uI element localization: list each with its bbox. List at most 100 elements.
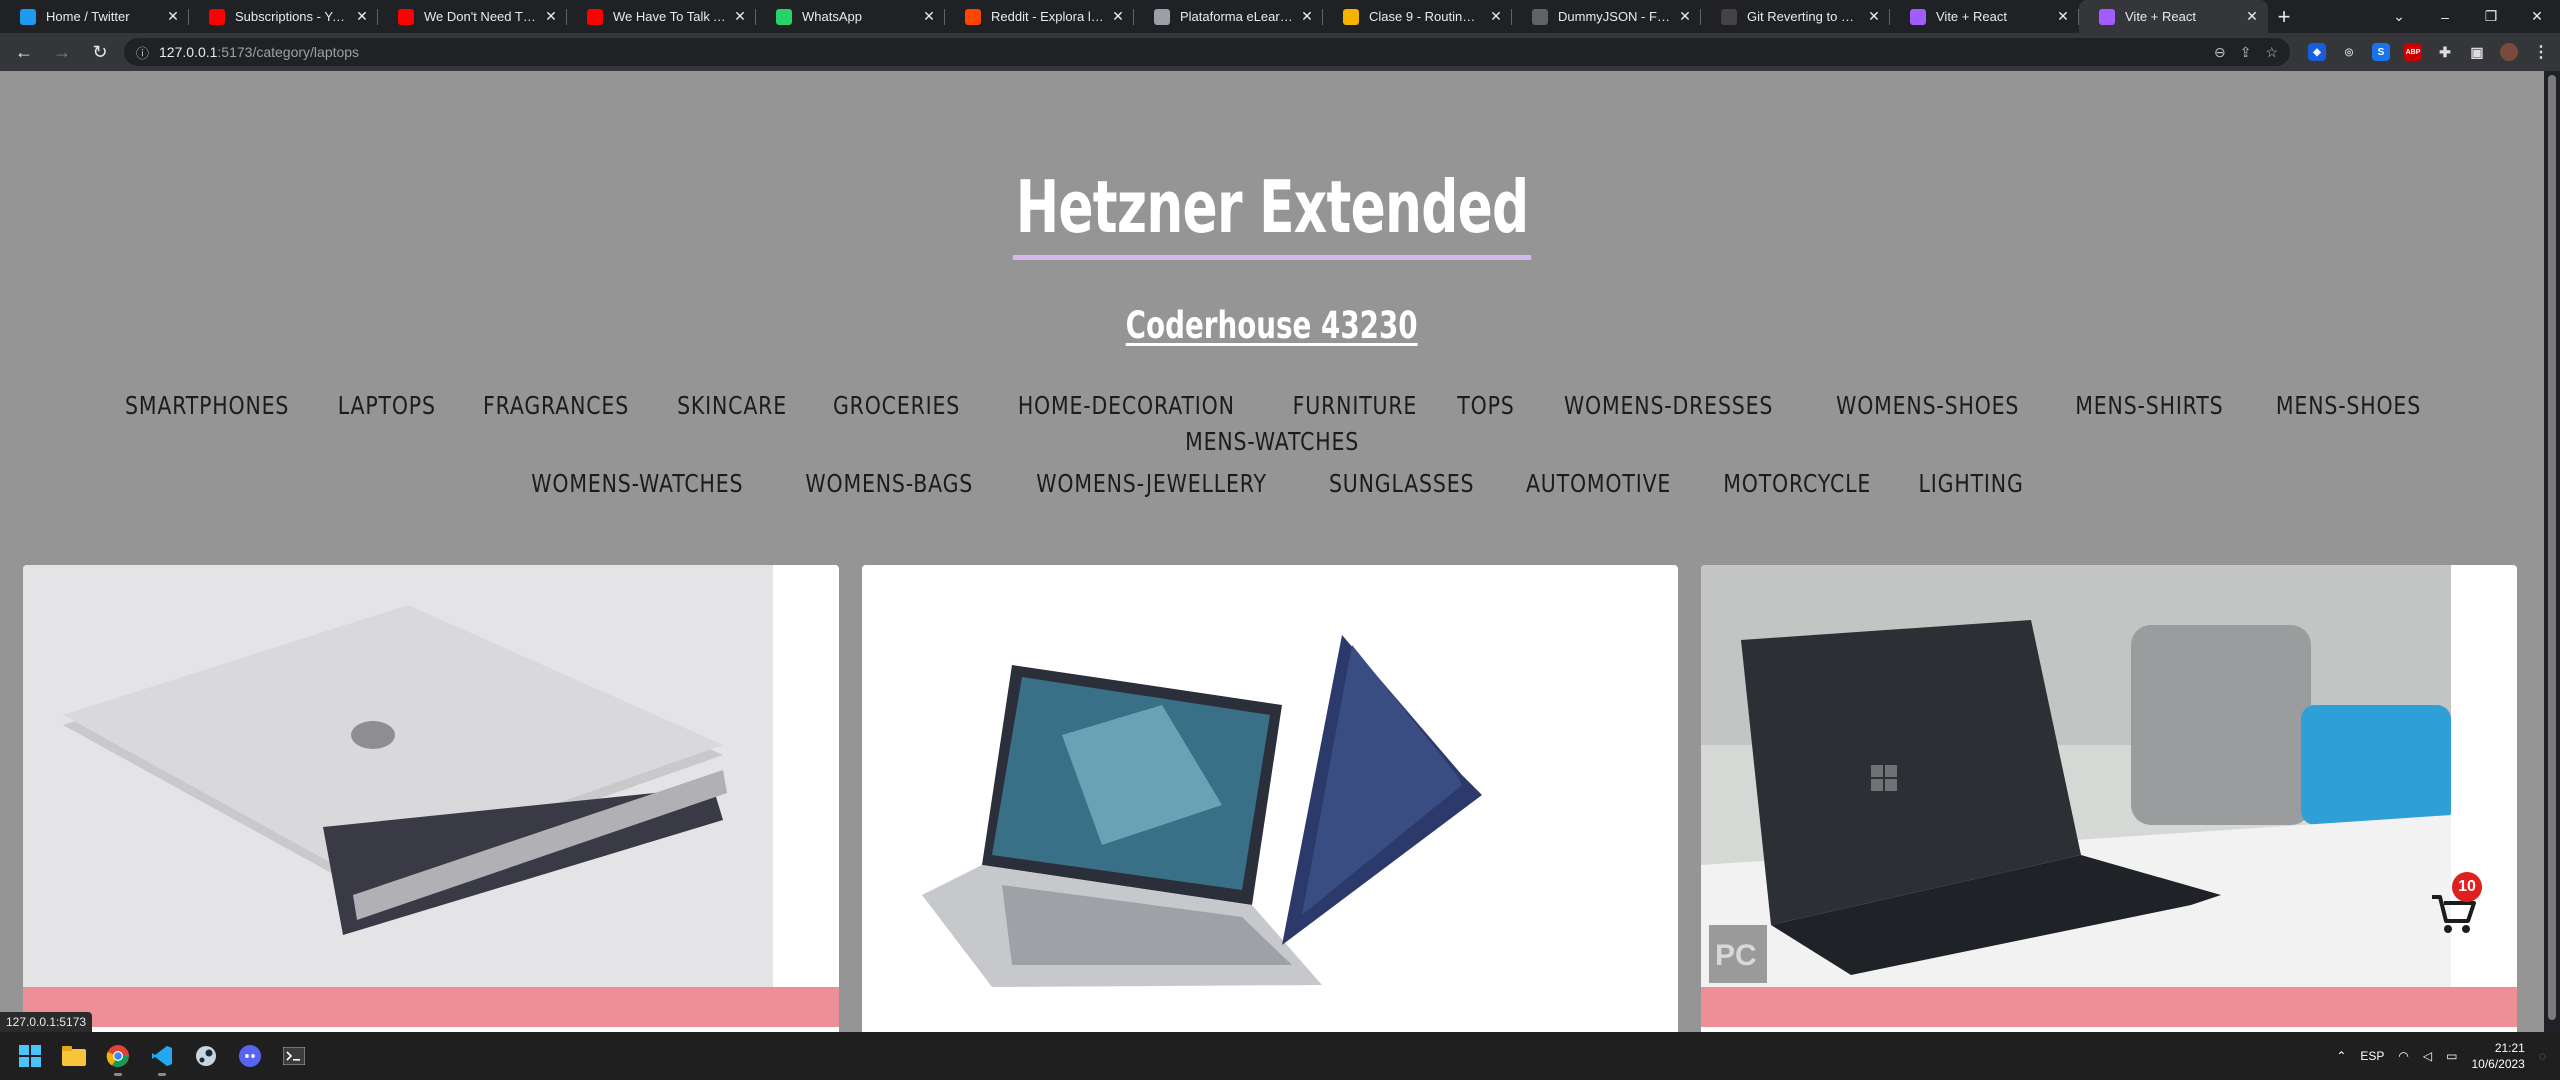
file-explorer-icon[interactable] bbox=[52, 1034, 96, 1078]
product-card[interactable]: PC bbox=[1701, 565, 2517, 1032]
tab-close-icon[interactable]: ✕ bbox=[732, 8, 748, 25]
notification-icon[interactable]: ◌ bbox=[2539, 1049, 2546, 1063]
side-panel-icon[interactable]: ▣ bbox=[2468, 43, 2486, 61]
youtube-icon bbox=[587, 8, 603, 25]
tab-close-icon[interactable]: ✕ bbox=[1866, 8, 1882, 25]
category-link-motorcycle[interactable]: MOTORCYCLE bbox=[1705, 469, 1889, 499]
browser-tab[interactable]: We Have To Talk About... ✕ bbox=[567, 0, 756, 33]
tab-title: Subscriptions - YouTube bbox=[235, 9, 348, 24]
vscode-icon[interactable] bbox=[140, 1034, 184, 1078]
menu-kebab-icon[interactable]: ⋮ bbox=[2532, 43, 2550, 61]
product-card[interactable] bbox=[23, 565, 839, 1032]
incognito-extension-icon[interactable]: ◎ bbox=[2340, 43, 2358, 61]
battery-icon[interactable]: ▭ bbox=[2446, 1049, 2457, 1063]
restore-button[interactable]: ❐ bbox=[2468, 0, 2514, 33]
wifi-icon[interactable]: ◠ bbox=[2398, 1049, 2408, 1063]
terminal-icon[interactable] bbox=[272, 1034, 316, 1078]
steam-icon[interactable] bbox=[184, 1034, 228, 1078]
product-card[interactable] bbox=[862, 565, 1678, 1032]
browser-toolbar: ← → ↻ ⓘ 127.0.0.1:5173/category/laptops … bbox=[0, 33, 2560, 71]
scrollbar-thumb[interactable] bbox=[2548, 75, 2556, 1020]
category-link-smartphones[interactable]: SMARTPHONES bbox=[107, 391, 307, 421]
browser-tab[interactable]: Git Reverting to Previous... ✕ bbox=[1701, 0, 1890, 33]
chrome-icon[interactable] bbox=[96, 1034, 140, 1078]
product-image-surface: PC bbox=[1701, 565, 2451, 987]
tab-close-icon[interactable]: ✕ bbox=[1677, 8, 1693, 25]
browser-tab[interactable]: Subscriptions - YouTube ✕ bbox=[189, 0, 378, 33]
clock-time: 21:21 bbox=[2494, 1041, 2525, 1055]
site-title[interactable]: Hetzner Extended bbox=[1012, 159, 1532, 260]
category-link-womens-watches[interactable]: WOMENS-WATCHES bbox=[514, 469, 762, 499]
language-indicator[interactable]: ESP bbox=[2360, 1049, 2384, 1063]
category-link-laptops[interactable]: LAPTOPS bbox=[320, 391, 454, 421]
volume-icon[interactable]: ◁ bbox=[2423, 1049, 2432, 1063]
share-icon[interactable]: ⇪ bbox=[2240, 44, 2252, 61]
bitwarden-icon[interactable]: ◈ bbox=[2308, 43, 2326, 61]
forward-button[interactable]: → bbox=[48, 38, 76, 66]
category-link-sunglasses[interactable]: SUNGLASSES bbox=[1311, 469, 1492, 499]
tab-title: Vite + React bbox=[2125, 9, 2196, 24]
site-info-icon[interactable]: ⓘ bbox=[136, 43, 149, 62]
windows-start-icon[interactable] bbox=[8, 1034, 52, 1078]
youtube-icon bbox=[398, 8, 414, 25]
reload-button[interactable]: ↻ bbox=[86, 38, 114, 66]
category-link-skincare[interactable]: SKINCARE bbox=[659, 391, 805, 421]
category-link-home-decoration[interactable]: HOME-DECORATION bbox=[1000, 391, 1253, 421]
page-scrollbar[interactable] bbox=[2544, 71, 2560, 1032]
browser-tab[interactable]: Plataforma eLearning de... ✕ bbox=[1134, 0, 1323, 33]
category-link-furniture[interactable]: FURNITURE bbox=[1274, 391, 1435, 421]
browser-tab[interactable]: Vite + React ✕ bbox=[1890, 0, 2079, 33]
browser-tab[interactable]: Clase 9 - Routing y nave... ✕ bbox=[1323, 0, 1512, 33]
tab-close-icon[interactable]: ✕ bbox=[1488, 8, 1504, 25]
bookmark-star-icon[interactable]: ☆ bbox=[2265, 44, 2278, 61]
browser-tab[interactable]: WhatsApp ✕ bbox=[756, 0, 945, 33]
zoom-icon[interactable]: ⊖ bbox=[2214, 44, 2226, 61]
category-link-automotive[interactable]: AUTOMOTIVE bbox=[1508, 469, 1689, 499]
category-link-womens-shoes[interactable]: WOMENS-SHOES bbox=[1818, 391, 2037, 421]
category-link-tops[interactable]: TOPS bbox=[1439, 391, 1532, 421]
adblock-icon[interactable]: ABP bbox=[2404, 43, 2422, 61]
address-bar[interactable]: ⓘ 127.0.0.1:5173/category/laptops ⊖ ⇪ ☆ bbox=[124, 38, 2290, 66]
browser-tab[interactable]: Vite + React ✕ bbox=[2079, 0, 2268, 33]
close-window-button[interactable]: ✕ bbox=[2514, 0, 2560, 33]
category-link-fragrances[interactable]: FRAGRANCES bbox=[465, 391, 647, 421]
browser-tab[interactable]: Home / Twitter ✕ bbox=[0, 0, 189, 33]
tab-close-icon[interactable]: ✕ bbox=[543, 8, 559, 25]
category-link-mens-shoes[interactable]: MENS-SHOES bbox=[2258, 391, 2439, 421]
site-subtitle[interactable]: Coderhouse 43230 bbox=[1126, 304, 1418, 347]
category-link-mens-shirts[interactable]: MENS-SHIRTS bbox=[2057, 391, 2241, 421]
category-link-groceries[interactable]: GROCERIES bbox=[815, 391, 978, 421]
browser-tab[interactable]: We Don't Need Them... ✕ bbox=[378, 0, 567, 33]
tab-search-icon[interactable]: ⌄ bbox=[2376, 0, 2422, 33]
browser-tab[interactable]: DummyJSON - Fake RE... ✕ bbox=[1512, 0, 1701, 33]
tab-title: WhatsApp bbox=[802, 9, 862, 24]
tab-close-icon[interactable]: ✕ bbox=[921, 8, 937, 25]
minimize-button[interactable]: – bbox=[2422, 0, 2468, 33]
profile-avatar[interactable] bbox=[2500, 43, 2518, 61]
product-card-footer bbox=[1701, 987, 2517, 1027]
tab-title: Git Reverting to Previous... bbox=[1747, 9, 1860, 24]
chevron-up-icon[interactable]: ⌃ bbox=[2336, 1049, 2346, 1063]
tab-close-icon[interactable]: ✕ bbox=[354, 8, 370, 25]
category-link-womens-dresses[interactable]: WOMENS-DRESSES bbox=[1546, 391, 1791, 421]
discord-icon[interactable] bbox=[228, 1034, 272, 1078]
tab-close-icon[interactable]: ✕ bbox=[1110, 8, 1126, 25]
tab-close-icon[interactable]: ✕ bbox=[1299, 8, 1315, 25]
active-app-indicator bbox=[158, 1073, 166, 1076]
tab-close-icon[interactable]: ✕ bbox=[2055, 8, 2071, 25]
clock[interactable]: 21:21 10/6/2023 bbox=[2471, 1040, 2524, 1072]
category-link-womens-jewellery[interactable]: WOMENS-JEWELLERY bbox=[1019, 469, 1286, 499]
tab-close-icon[interactable]: ✕ bbox=[165, 8, 181, 25]
s-extension-icon[interactable]: S bbox=[2372, 43, 2390, 61]
category-link-mens-watches[interactable]: MENS-WATCHES bbox=[1167, 427, 1377, 457]
cart-count-badge: 10 bbox=[2452, 872, 2482, 902]
browser-tab[interactable]: Reddit - Explora lo que... ✕ bbox=[945, 0, 1134, 33]
category-link-lighting[interactable]: LIGHTING bbox=[1901, 469, 2042, 499]
tab-list: Home / Twitter✕Subscriptions - YouTube✕W… bbox=[0, 0, 2268, 33]
window-controls: ⌄ – ❐ ✕ bbox=[2376, 0, 2560, 33]
back-button[interactable]: ← bbox=[10, 38, 38, 66]
category-link-womens-bags[interactable]: WOMENS-BAGS bbox=[787, 469, 991, 499]
extensions-puzzle-icon[interactable]: ✚ bbox=[2436, 43, 2454, 61]
new-tab-button[interactable]: + bbox=[2268, 0, 2300, 33]
tab-close-icon[interactable]: ✕ bbox=[2244, 8, 2260, 25]
